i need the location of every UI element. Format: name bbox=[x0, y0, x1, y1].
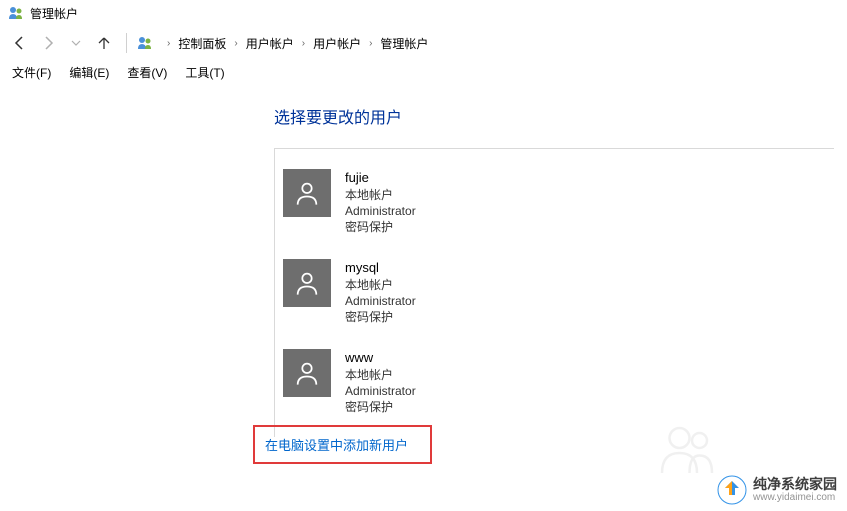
avatar-icon bbox=[283, 259, 331, 307]
add-user-highlight: 在电脑设置中添加新用户 bbox=[253, 425, 432, 464]
breadcrumb-item[interactable]: 用户帐户 bbox=[311, 35, 363, 52]
account-role: Administrator bbox=[345, 293, 416, 309]
account-role: Administrator bbox=[345, 383, 416, 399]
account-password: 密码保护 bbox=[345, 399, 416, 415]
account-password: 密码保护 bbox=[345, 219, 416, 235]
chevron-right-icon: › bbox=[302, 38, 305, 49]
breadcrumb-item[interactable]: 管理帐户 bbox=[378, 35, 430, 52]
user-accounts-icon bbox=[137, 35, 153, 51]
watermark-logo-icon bbox=[717, 475, 747, 505]
account-item[interactable]: www 本地帐户 Administrator 密码保护 bbox=[275, 347, 555, 417]
background-decoration-icon bbox=[657, 418, 717, 481]
chevron-right-icon: › bbox=[369, 38, 372, 49]
recent-dropdown[interactable] bbox=[64, 31, 88, 55]
account-name: mysql bbox=[345, 259, 416, 277]
page-heading: 选择要更改的用户 bbox=[274, 104, 847, 128]
watermark-text: 纯净系统家园 www.yidaimei.com bbox=[753, 477, 837, 503]
menu-bar: 文件(F) 编辑(E) 查看(V) 工具(T) bbox=[0, 60, 847, 84]
account-role: Administrator bbox=[345, 203, 416, 219]
account-name: fujie bbox=[345, 169, 416, 187]
separator bbox=[126, 33, 127, 53]
watermark-title: 纯净系统家园 bbox=[753, 477, 837, 492]
account-type: 本地帐户 bbox=[345, 367, 416, 383]
chevron-right-icon: › bbox=[234, 38, 237, 49]
breadcrumb-item[interactable]: 控制面板 bbox=[176, 35, 228, 52]
account-item[interactable]: fujie 本地帐户 Administrator 密码保护 bbox=[275, 167, 555, 237]
title-bar: 管理帐户 bbox=[0, 0, 847, 26]
forward-button[interactable] bbox=[36, 31, 60, 55]
account-info: fujie 本地帐户 Administrator 密码保护 bbox=[345, 169, 416, 235]
back-button[interactable] bbox=[8, 31, 32, 55]
avatar-icon bbox=[283, 349, 331, 397]
accounts-container: fujie 本地帐户 Administrator 密码保护 mysql 本地帐户… bbox=[274, 148, 834, 437]
avatar-icon bbox=[283, 169, 331, 217]
watermark: 纯净系统家园 www.yidaimei.com bbox=[717, 475, 837, 505]
breadcrumb-item[interactable]: 用户帐户 bbox=[244, 35, 296, 52]
account-item[interactable]: mysql 本地帐户 Administrator 密码保护 bbox=[275, 257, 555, 327]
chevron-right-icon: › bbox=[167, 38, 170, 49]
main-content: 选择要更改的用户 fujie 本地帐户 Administrator 密码保护 m… bbox=[0, 84, 847, 437]
menu-view[interactable]: 查看(V) bbox=[123, 62, 171, 83]
menu-file[interactable]: 文件(F) bbox=[8, 62, 55, 83]
accounts-grid: fujie 本地帐户 Administrator 密码保护 mysql 本地帐户… bbox=[275, 167, 834, 437]
account-password: 密码保护 bbox=[345, 309, 416, 325]
window-title: 管理帐户 bbox=[30, 5, 78, 22]
account-info: www 本地帐户 Administrator 密码保护 bbox=[345, 349, 416, 415]
account-type: 本地帐户 bbox=[345, 277, 416, 293]
account-info: mysql 本地帐户 Administrator 密码保护 bbox=[345, 259, 416, 325]
account-type: 本地帐户 bbox=[345, 187, 416, 203]
nav-bar: › 控制面板 › 用户帐户 › 用户帐户 › 管理帐户 bbox=[0, 26, 847, 60]
watermark-url: www.yidaimei.com bbox=[753, 492, 837, 503]
menu-tools[interactable]: 工具(T) bbox=[181, 62, 228, 83]
account-name: www bbox=[345, 349, 416, 367]
add-user-link[interactable]: 在电脑设置中添加新用户 bbox=[265, 438, 408, 453]
up-button[interactable] bbox=[92, 31, 116, 55]
breadcrumb[interactable]: › 控制面板 › 用户帐户 › 用户帐户 › 管理帐户 bbox=[137, 35, 430, 52]
menu-edit[interactable]: 编辑(E) bbox=[65, 62, 113, 83]
user-accounts-icon bbox=[8, 5, 24, 21]
